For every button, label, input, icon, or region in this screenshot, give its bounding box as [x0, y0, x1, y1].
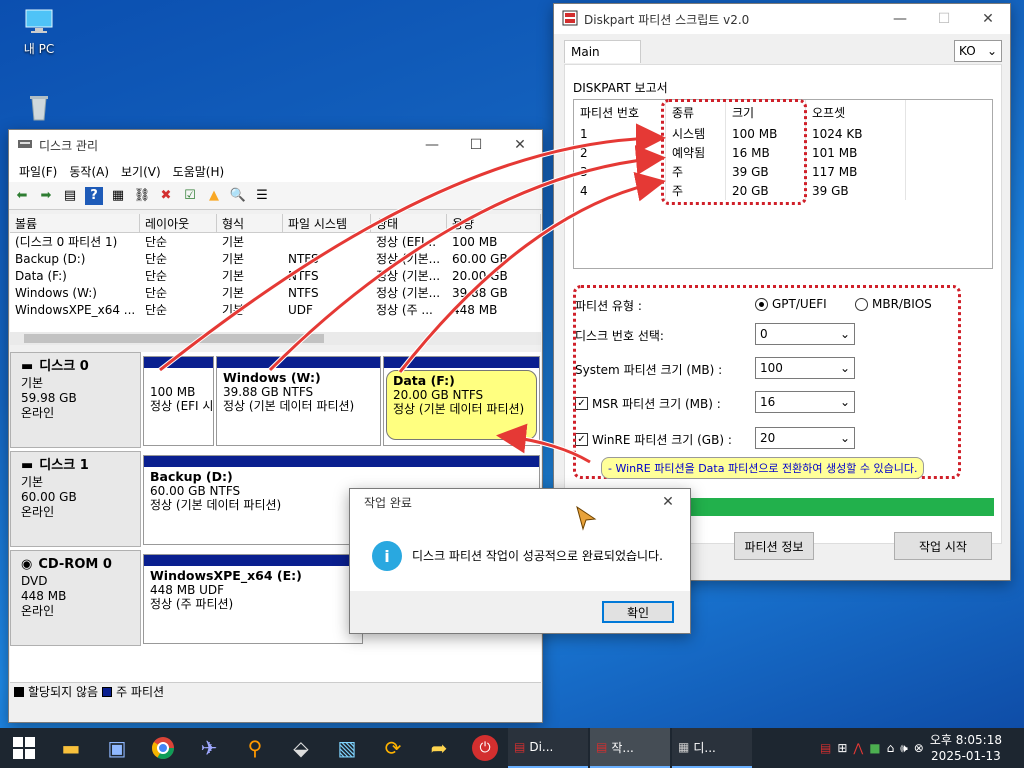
- dialog-titlebar: 작업 완료 ✕: [350, 489, 690, 515]
- clock-date: 2025-01-13: [931, 749, 1001, 763]
- volume-icon[interactable]: 🕪: [900, 741, 908, 756]
- annotation-arrows: [158, 123, 666, 465]
- rocket-icon[interactable]: ✈: [186, 728, 232, 768]
- tray-app-icon[interactable]: ▤: [820, 741, 831, 755]
- dialog-title: 작업 완료: [364, 495, 412, 510]
- windows-logo-icon: [13, 737, 35, 759]
- ok-button[interactable]: 확인: [602, 601, 674, 623]
- diskpart-app-icon: ▤: [596, 740, 608, 754]
- folder-arrow-icon[interactable]: ➦: [416, 728, 462, 768]
- notepad-icon[interactable]: ▧: [324, 728, 370, 768]
- info-icon: i: [372, 541, 402, 571]
- dialog-message: 디스크 파티션 작업이 성공적으로 완료되었습니다.: [412, 549, 663, 563]
- clock-time: 오후 8:05:18: [929, 733, 1002, 747]
- arrow-data-red: [398, 172, 666, 373]
- disk-management-app-icon: ▦: [678, 740, 690, 754]
- taskbar-task-disk-management[interactable]: ▦ 디...: [672, 728, 752, 768]
- power-icon[interactable]: ⏻: [472, 735, 498, 761]
- system-tray: ▤ ⊞ ⋀ ■ ⌂ 🕪 ⊗ 오후 8:05:18 2025-01-13: [820, 728, 1024, 768]
- search-icon[interactable]: ⚲: [232, 728, 278, 768]
- color-tray-icon[interactable]: ■: [869, 741, 880, 755]
- dialog-footer: 확인: [350, 591, 690, 633]
- usb-tool-icon[interactable]: ⬙: [278, 728, 324, 768]
- arrow-windows-red: [268, 145, 666, 372]
- system-monitor-icon[interactable]: ▣: [94, 728, 140, 768]
- mute-icon[interactable]: ⊗: [914, 741, 924, 755]
- taskbar-task-diskpart[interactable]: ▤ Di...: [508, 728, 588, 768]
- network-icon[interactable]: ⊞: [837, 741, 847, 755]
- clock[interactable]: 오후 8:05:18 2025-01-13: [930, 732, 1002, 764]
- task-label: Di...: [529, 740, 554, 754]
- taskbar-task-completion[interactable]: ▤ 작...: [590, 728, 670, 768]
- diskpart-app-icon: ▤: [514, 740, 526, 754]
- chrome-icon[interactable]: [140, 728, 186, 768]
- sync-icon[interactable]: ⟳: [370, 728, 416, 768]
- usb-tray-icon[interactable]: ⌂: [887, 741, 895, 755]
- task-label: 디...: [693, 740, 716, 755]
- arrow-hint: [501, 433, 592, 465]
- start-button[interactable]: [0, 728, 48, 768]
- taskbar: ▬ ▣ ✈ ⚲ ⬙ ▧ ⟳ ➦ ⏻ ▤ Di... ▤ 작... ▦ 디... …: [0, 728, 1024, 768]
- mouse-cursor-icon: [576, 505, 597, 531]
- file-explorer-icon[interactable]: ▬: [48, 728, 94, 768]
- arrow-data: [398, 179, 661, 374]
- dialog-close-button[interactable]: ✕: [646, 487, 690, 517]
- task-label: 작...: [611, 740, 634, 755]
- arrow-windows: [268, 155, 661, 372]
- completion-dialog: 작업 완료 ✕ i 디스크 파티션 작업이 성공적으로 완료되었습니다. 확인: [349, 488, 691, 634]
- chart-tray-icon[interactable]: ⋀: [853, 741, 863, 755]
